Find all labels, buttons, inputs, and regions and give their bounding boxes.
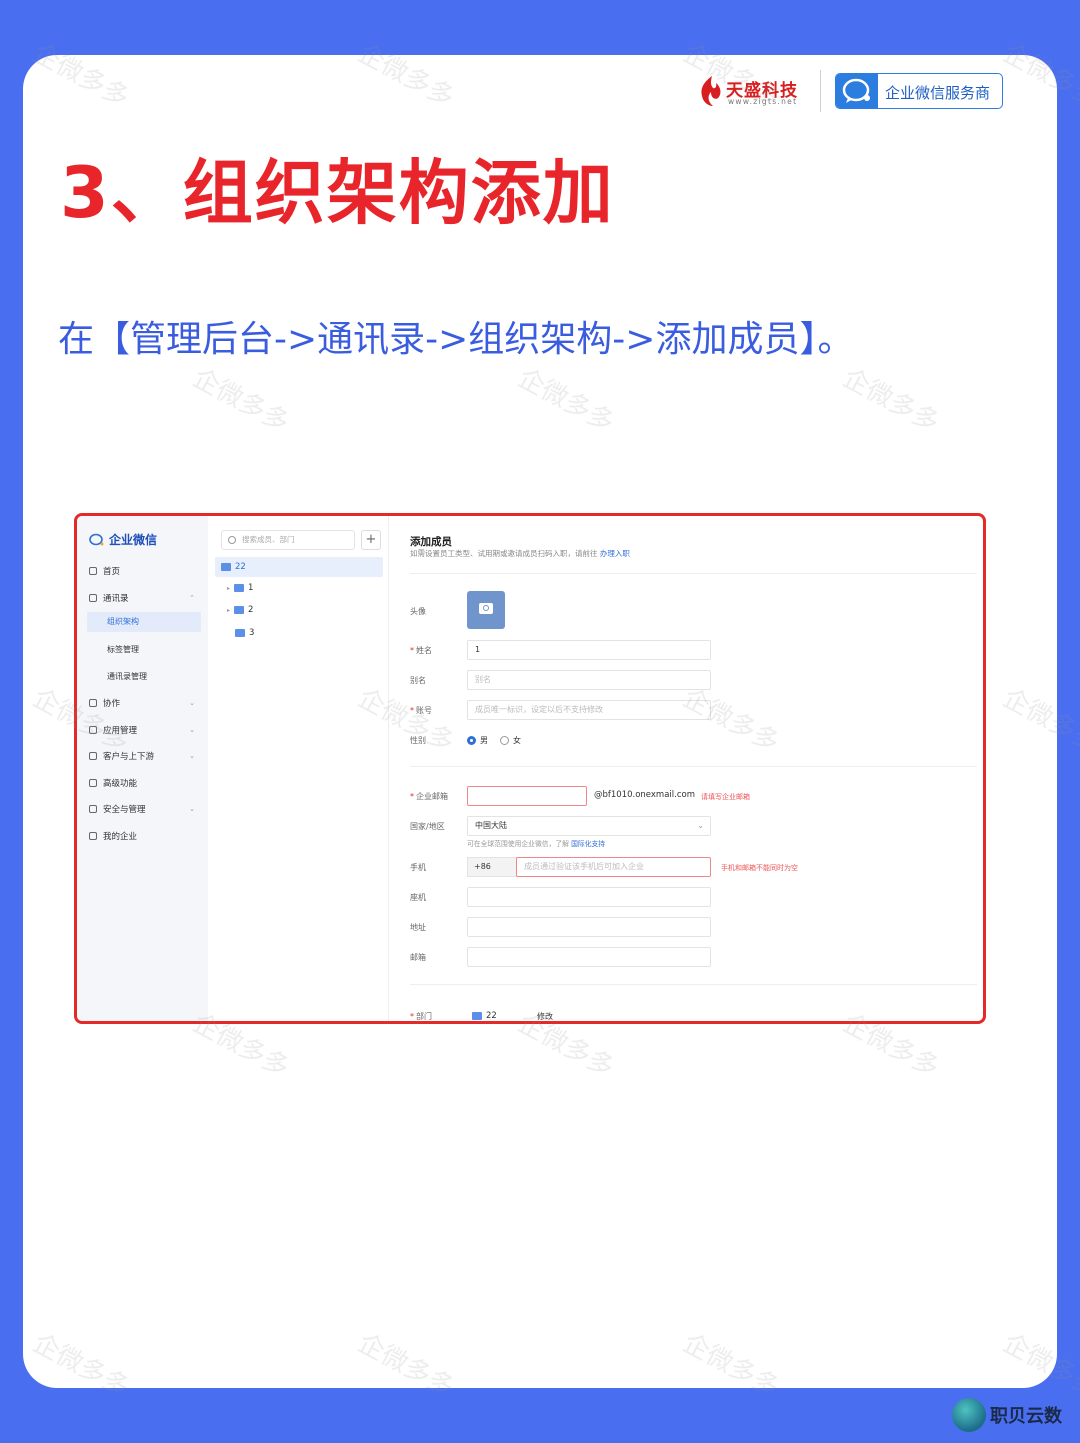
chevron-down-icon: ⌄: [189, 726, 195, 734]
logo-divider: [820, 70, 821, 112]
home-icon: [89, 567, 97, 575]
chevron-down-icon: ⌄: [189, 699, 195, 707]
dept-chip: 22: [472, 1011, 497, 1021]
onboarding-link[interactable]: 办理入职: [600, 549, 630, 558]
nav-item-apps[interactable]: 应用管理 ⌄: [89, 724, 201, 736]
badge-label: 企业微信服务商: [885, 84, 991, 102]
nav-sub-contacts-mgmt[interactable]: 通讯录管理: [107, 671, 147, 682]
wecom-partner-badge: 企业微信服务商: [835, 73, 1003, 109]
nav-item-home[interactable]: 首页: [89, 565, 201, 577]
customers-icon: [89, 752, 97, 760]
apps-icon: [89, 726, 97, 734]
company-url: www.zigts.net: [728, 97, 798, 106]
nav-item-collab[interactable]: 协作 ⌄: [89, 697, 201, 709]
page-subtitle: 在【管理后台->通讯录->组织架构->添加成员】。: [58, 319, 854, 360]
divider: [410, 984, 977, 985]
mail-label: 邮箱: [410, 953, 426, 962]
name-label: * 姓名: [410, 646, 432, 655]
advanced-icon: [89, 779, 97, 787]
contacts-icon: [89, 594, 97, 602]
avatar-upload[interactable]: [467, 591, 505, 629]
footer-brand: 职贝云数: [990, 1406, 1062, 1427]
alias-input[interactable]: 别名: [467, 670, 711, 690]
wecom-icon: [836, 74, 878, 108]
form-title: 添加成员: [410, 536, 452, 548]
building-icon: [89, 832, 97, 840]
email-suffix: @bf1010.onexmail.com: [594, 790, 695, 800]
tel-label: 座机: [410, 893, 426, 902]
phone-label: 手机: [410, 863, 426, 872]
chevron-down-icon: ⌄: [697, 821, 704, 830]
tiansheng-logo: 天盛科技 www.zigts.net: [698, 72, 808, 112]
gender-male-radio[interactable]: 男: [467, 735, 488, 746]
org-tree-panel: 搜索成员、部门 + 22 ▸ 1 ▸ 2 3: [209, 516, 389, 1021]
account-label: * 账号: [410, 706, 432, 715]
dept-edit-link[interactable]: 修改: [537, 1011, 553, 1021]
phone-input[interactable]: 成员通过验证该手机后可加入企业: [516, 857, 711, 877]
wecom-logo-icon: [89, 533, 104, 545]
dept-label: * 部门: [410, 1012, 432, 1021]
gender-female-radio[interactable]: 女: [500, 735, 521, 746]
shield-icon: [89, 805, 97, 813]
tree-node[interactable]: ▸ 2: [227, 605, 253, 615]
gender-label: 性别: [410, 736, 426, 745]
add-member-form: 添加成员 如需设置员工类型、试用期或邀请成员扫码入职，请前往 办理入职 头像 *…: [392, 516, 983, 1021]
chevron-down-icon: ⌄: [189, 752, 195, 760]
name-input[interactable]: 1: [467, 640, 711, 660]
tree-node[interactable]: 3: [235, 628, 254, 638]
i18n-link[interactable]: 国际化支持: [571, 840, 605, 848]
phone-prefix[interactable]: +86: [467, 857, 517, 877]
nav-item-advanced[interactable]: 高级功能: [89, 777, 201, 789]
search-input[interactable]: 搜索成员、部门: [221, 530, 355, 550]
avatar-label: 头像: [410, 607, 426, 616]
email-error: 请填写企业邮箱: [701, 793, 750, 801]
folder-icon: [235, 629, 245, 637]
chevron-up-icon: ⌃: [189, 594, 195, 602]
globe-logo-icon: [952, 1398, 986, 1432]
admin-screenshot: 企业微信 首页 通讯录 ⌃ 组织架构 标签管理 通讯录管理 协作 ⌄ 应用管理 ⌄ 客…: [74, 513, 986, 1024]
divider: [410, 573, 977, 574]
alias-label: 别名: [410, 676, 426, 685]
nav-item-customers[interactable]: 客户与上下游 ⌄: [89, 750, 201, 762]
admin-sidebar: 企业微信 首页 通讯录 ⌃ 组织架构 标签管理 通讯录管理 协作 ⌄ 应用管理 ⌄ 客…: [77, 516, 208, 1021]
tel-input[interactable]: [467, 887, 711, 907]
app-name: 企业微信: [109, 533, 158, 547]
nav-sub-tags[interactable]: 标签管理: [107, 644, 139, 655]
footer-logo: 职贝云数: [952, 1398, 1062, 1432]
add-button[interactable]: +: [361, 530, 381, 550]
nav-sub-org[interactable]: 组织架构: [87, 612, 201, 632]
region-select[interactable]: 中国大陆 ⌄: [467, 816, 711, 836]
chevron-down-icon: ⌄: [189, 805, 195, 813]
account-input[interactable]: 成员唯一标识，设定以后不支持修改: [467, 700, 711, 720]
mail-input[interactable]: [467, 947, 711, 967]
folder-icon: [234, 584, 245, 592]
folder-icon: [472, 1012, 482, 1020]
nav-item-contacts[interactable]: 通讯录 ⌃: [89, 592, 201, 604]
phone-error: 手机和邮箱不能同时为空: [721, 864, 798, 872]
tree-node-root[interactable]: 22: [215, 557, 383, 577]
caret-right-icon: ▸: [227, 584, 231, 592]
page-title: 3、组织架构添加: [60, 152, 615, 234]
region-hint: 可在全球范围使用企业微信，了解 国际化支持: [467, 840, 606, 848]
caret-right-icon: ▸: [227, 606, 231, 614]
email-input[interactable]: [467, 786, 587, 806]
region-label: 国家/地区: [410, 822, 445, 831]
tree-node[interactable]: ▸ 1: [227, 583, 253, 593]
nav-item-security[interactable]: 安全与管理 ⌄: [89, 803, 201, 815]
flame-logo-icon: [701, 76, 721, 106]
nav-item-company[interactable]: 我的企业: [89, 830, 201, 842]
folder-icon: [234, 606, 245, 614]
address-label: 地址: [410, 923, 426, 932]
address-input[interactable]: [467, 917, 711, 937]
email-label: * 企业邮箱: [410, 792, 448, 801]
collab-icon: [89, 699, 97, 707]
folder-icon: [221, 563, 231, 571]
search-icon: [228, 536, 236, 544]
wecom-brand: 企业微信: [89, 531, 157, 548]
form-desc: 如需设置员工类型、试用期或邀请成员扫码入职，请前往 办理入职: [410, 549, 630, 558]
divider: [410, 766, 977, 767]
